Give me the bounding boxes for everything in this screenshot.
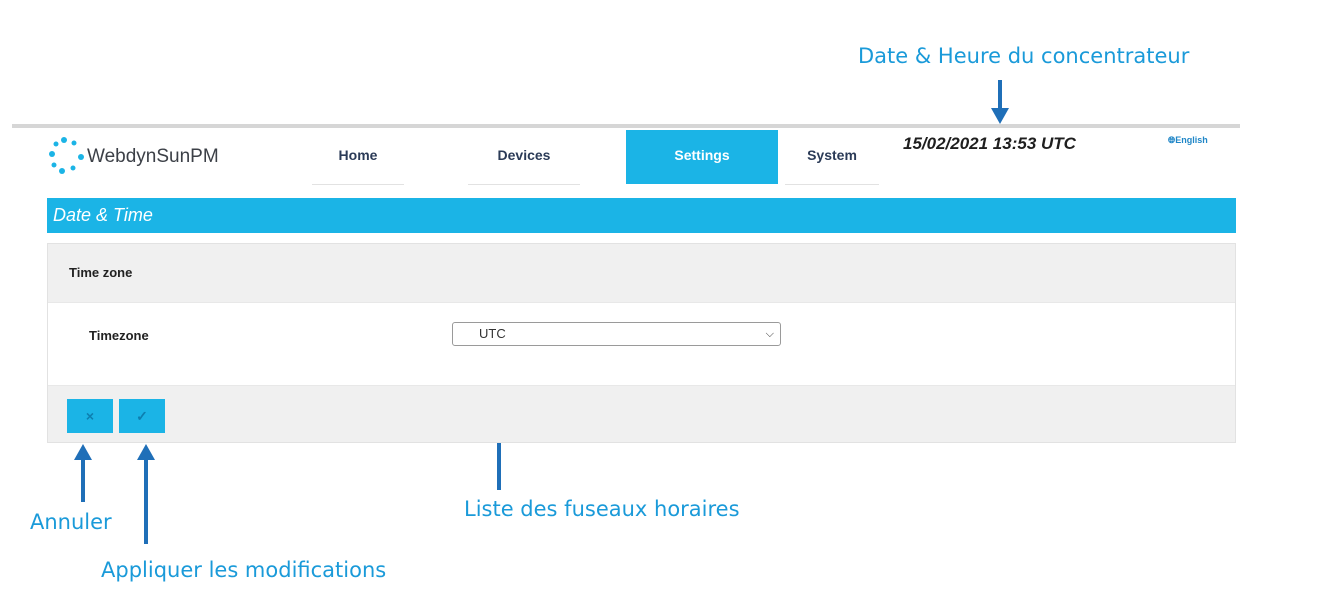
annotation-apply: Appliquer les modifications [101,558,387,582]
language-switch[interactable]: 🌐︎English [1168,135,1208,146]
arrow-up-icon [137,444,155,544]
check-icon: ✓ [136,408,148,424]
page-title: Date & Time [47,198,1236,233]
timezone-value: UTC [479,326,506,341]
tab-settings[interactable]: Settings [626,130,778,184]
timezone-label: Timezone [89,328,149,343]
annotation-cancel: Annuler [30,510,112,534]
annotation-timezone-list: Liste des fuseaux horaires [464,497,740,521]
panel-heading: Time zone [69,265,133,280]
cancel-button[interactable]: × [67,399,113,433]
timezone-panel: Time zone Timezone UTC ⌵ × ✓ [47,243,1236,443]
arrow-up-icon [74,444,92,502]
concentrator-datetime: 15/02/2021 13:53 UTC [903,134,1076,153]
tab-devices[interactable]: Devices [468,130,580,185]
language-label: English [1175,135,1208,145]
timezone-select[interactable]: UTC ⌵ [452,322,781,346]
tab-home[interactable]: Home [312,130,404,185]
chevron-down-icon: ⌵ [765,328,774,340]
annotation-datetime: Date & Heure du concentrateur [858,44,1190,68]
tab-system[interactable]: System [785,130,879,185]
arrow-down-icon [991,80,1009,124]
apply-button[interactable]: ✓ [119,399,165,433]
brand-name: WebdynSunPM [87,146,219,167]
timezone-row: Timezone UTC ⌵ [48,302,1235,386]
webdyn-logo-icon [49,137,84,174]
header-divider [12,124,1240,128]
close-icon: × [85,408,95,424]
